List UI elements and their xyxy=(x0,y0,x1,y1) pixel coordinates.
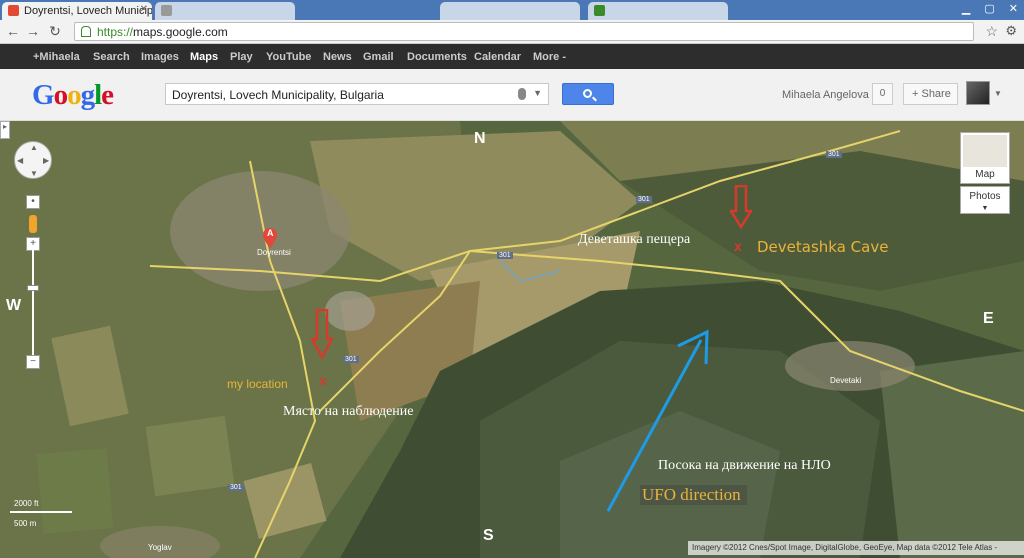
page-favicon-icon xyxy=(161,5,172,16)
gbar-item-documents[interactable]: Documents xyxy=(407,51,467,63)
marker-letter: A xyxy=(267,228,274,238)
photos-caret-icon: ▼ xyxy=(981,205,989,212)
notification-count[interactable]: 0 xyxy=(872,83,893,105)
zoom-out-button[interactable]: − xyxy=(26,355,40,369)
dropdown-caret-icon[interactable]: ▼ xyxy=(533,88,542,98)
down-arrow-icon xyxy=(730,185,752,229)
window-controls: ▁ ▢ ✕ xyxy=(962,2,1018,15)
search-value: Doyrentsi, Lovech Municipality, Bulgaria xyxy=(172,88,384,102)
gbar-item-youtube[interactable]: YouTube xyxy=(266,51,311,63)
down-arrow-icon xyxy=(311,309,333,359)
annotation-my-location: my location xyxy=(227,377,288,391)
ufo-direction-arrow-icon xyxy=(606,329,709,512)
compass-north-label: N xyxy=(474,130,486,147)
photos-button[interactable]: Photos ▼ xyxy=(960,186,1010,214)
tab-4[interactable] xyxy=(588,2,728,20)
maps-favicon-icon xyxy=(8,5,19,16)
user-name[interactable]: Mihaela Angelova xyxy=(782,89,869,101)
minimize-icon[interactable]: ▁ xyxy=(962,2,970,15)
gbar-item-more[interactable]: More - xyxy=(533,51,566,63)
pan-up-icon[interactable]: ▲ xyxy=(30,143,38,152)
gbar-item-gmail[interactable]: Gmail xyxy=(363,51,394,63)
map-type-button[interactable]: Map xyxy=(960,132,1010,184)
gbar-item-news[interactable]: News xyxy=(323,51,352,63)
scale-ft: 2000 ft xyxy=(14,499,39,508)
maps-header: Google Doyrentsi, Lovech Municipality, B… xyxy=(0,69,1024,121)
photos-label: Photos xyxy=(969,191,1001,202)
collapse-panel-icon[interactable]: ▸ xyxy=(0,121,10,139)
compass-south-label: S xyxy=(483,527,494,544)
zoom-reset-icon[interactable]: • xyxy=(26,195,40,209)
pegman-icon[interactable] xyxy=(29,215,37,233)
url-scheme: https:// xyxy=(97,25,134,39)
road-shield: 301 xyxy=(228,484,244,491)
road-shield: 301 xyxy=(826,151,842,158)
zoom-slider-handle[interactable] xyxy=(27,285,39,291)
scale-line xyxy=(10,511,72,513)
gbar-item-images[interactable]: Images xyxy=(141,51,179,63)
pan-left-icon[interactable]: ◀ xyxy=(17,156,23,165)
road-shield: 301 xyxy=(497,252,513,259)
gbar-item-profile[interactable]: +Mihaela xyxy=(33,51,80,63)
reload-icon[interactable]: ↻ xyxy=(46,23,64,40)
place-label-yoglav[interactable]: Yoglav xyxy=(148,543,172,552)
gbar-item-calendar[interactable]: Calendar xyxy=(474,51,521,63)
scale-m: 500 m xyxy=(14,519,37,528)
scale-bar: 2000 ft 500 m xyxy=(6,497,72,533)
page-favicon-icon xyxy=(594,5,605,16)
account-caret-icon[interactable]: ▼ xyxy=(994,89,1002,98)
satellite-map[interactable]: N S E W Doyrentsi Devetaki Yoglav 301 30… xyxy=(0,121,1024,558)
place-label-devetaki[interactable]: Devetaki xyxy=(830,376,861,385)
compass-east-label: E xyxy=(983,310,994,327)
bookmark-star-icon[interactable]: ☆ xyxy=(985,23,998,40)
search-icon xyxy=(583,89,592,98)
tab-2[interactable] xyxy=(155,2,295,20)
cave-x-mark: x xyxy=(734,238,742,254)
map-imagery xyxy=(0,121,1024,558)
wrench-icon[interactable]: ⚙ xyxy=(1005,23,1017,39)
location-marker-a[interactable]: A xyxy=(263,228,277,248)
back-icon[interactable]: ← xyxy=(4,23,22,39)
share-button[interactable]: + Share xyxy=(903,83,958,105)
browser-tab-bar: Doyrentsi, Lovech Municipa ✕ ▁ ▢ ✕ xyxy=(0,0,1024,20)
avatar[interactable] xyxy=(966,81,990,105)
place-label-doyrentsi[interactable]: Doyrentsi xyxy=(257,248,291,257)
road-shield: 301 xyxy=(636,196,652,203)
gbar-item-search[interactable]: Search xyxy=(93,51,130,63)
google-bar: +Mihaela Search Images Maps Play YouTube… xyxy=(0,44,1024,69)
map-type-label: Map xyxy=(975,169,995,180)
close-window-icon[interactable]: ✕ xyxy=(1009,2,1018,15)
pan-control[interactable]: ▲ ▼ ◀ ▶ xyxy=(14,141,52,179)
map-copyright: Imagery ©2012 Cnes/Spot Image, DigitalGl… xyxy=(688,541,1024,555)
tab-maps[interactable]: Doyrentsi, Lovech Municipa ✕ xyxy=(2,2,152,20)
zoom-control: • + − xyxy=(26,195,40,369)
maximize-icon[interactable]: ▢ xyxy=(984,2,994,15)
google-logo[interactable]: Google xyxy=(32,79,114,112)
forward-icon[interactable]: → xyxy=(24,23,42,39)
road-shield: 301 xyxy=(343,356,359,363)
pan-down-icon[interactable]: ▼ xyxy=(30,169,38,178)
lock-icon xyxy=(81,26,91,37)
annotation-cave-en: Devetashka Cave xyxy=(757,238,889,256)
annotation-cave-bg: Деветашка пещера xyxy=(578,232,691,247)
pan-right-icon[interactable]: ▶ xyxy=(43,156,49,165)
browser-toolbar: ← → ↻ https://maps.google.com ☆ ⚙ xyxy=(0,20,1024,44)
microphone-icon[interactable] xyxy=(518,88,526,100)
tab-title: Doyrentsi, Lovech Municipa xyxy=(24,5,152,17)
search-button[interactable] xyxy=(562,83,614,105)
address-bar[interactable]: https://maps.google.com xyxy=(74,22,974,41)
zoom-slider-track[interactable] xyxy=(32,245,34,355)
search-input[interactable]: Doyrentsi, Lovech Municipality, Bulgaria… xyxy=(165,83,549,105)
url-host: maps.google.com xyxy=(133,25,228,39)
map-thumbnail xyxy=(963,135,1007,167)
compass-west-label: W xyxy=(6,297,22,314)
gbar-item-maps[interactable]: Maps xyxy=(190,51,218,63)
gbar-item-play[interactable]: Play xyxy=(230,51,253,63)
location-x-mark: x xyxy=(319,372,327,388)
annotation-observation-bg: Място на наблюдение xyxy=(283,404,414,419)
tab-3[interactable] xyxy=(440,2,580,20)
close-tab-icon[interactable]: ✕ xyxy=(140,4,148,15)
